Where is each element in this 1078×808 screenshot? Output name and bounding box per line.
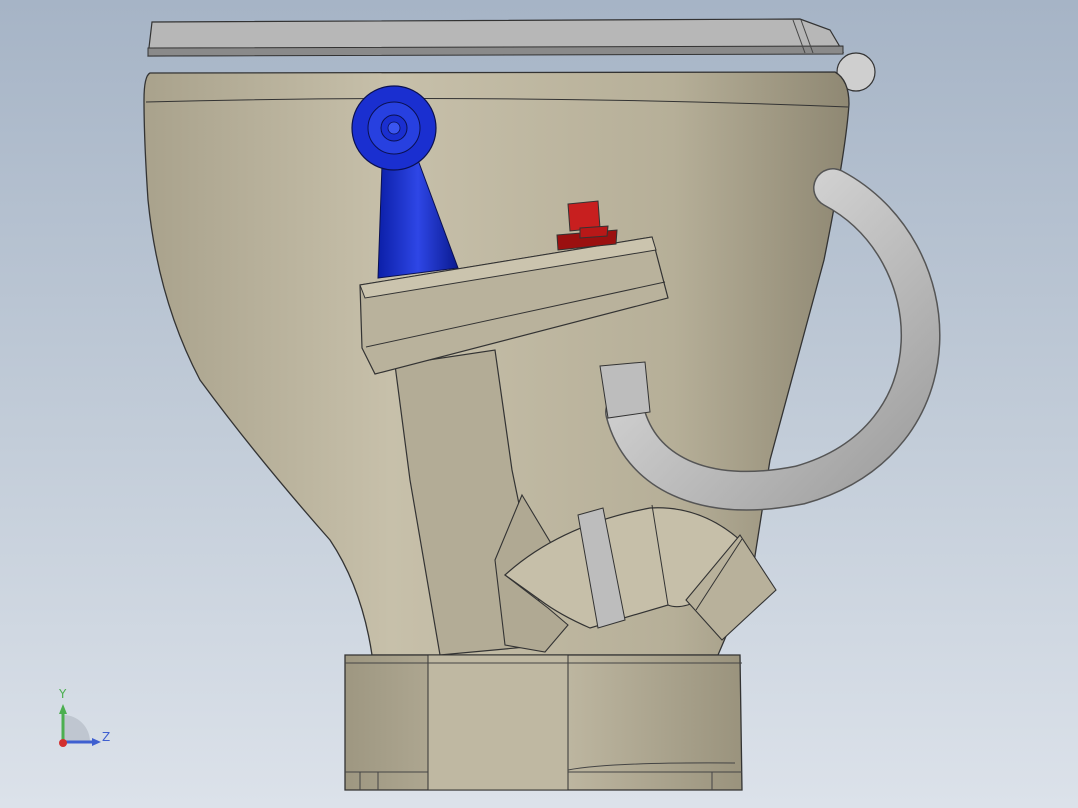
z-axis-label: Z — [102, 730, 111, 744]
triad-origin — [59, 739, 67, 747]
toilet-base[interactable] — [344, 654, 743, 791]
toilet-lid[interactable] — [147, 18, 845, 57]
axis-triad: Y Z — [48, 682, 128, 762]
y-axis-label: Y — [59, 687, 67, 701]
toilet-3d-model[interactable] — [0, 0, 1078, 808]
cad-viewport[interactable]: Y Z — [0, 0, 1078, 808]
